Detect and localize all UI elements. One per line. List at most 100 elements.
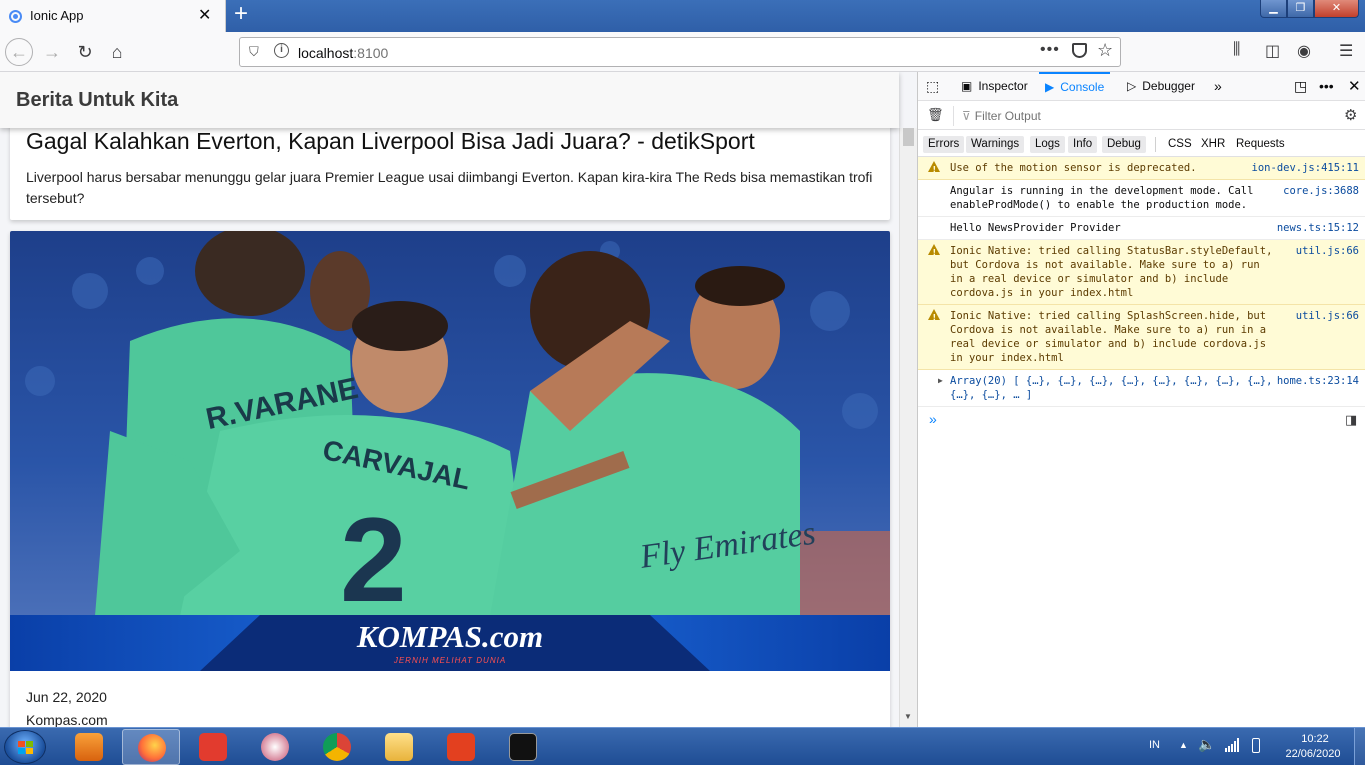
- office-icon: [447, 733, 475, 761]
- warning-icon: [928, 161, 940, 177]
- news-date: Jun 22, 2020: [26, 689, 107, 705]
- tab-console[interactable]: ▶ Console: [1039, 72, 1111, 101]
- sidebar-icon[interactable]: ◫: [1265, 41, 1280, 61]
- account-icon[interactable]: ◉: [1297, 41, 1311, 61]
- scrollbar-thumb[interactable]: [903, 128, 914, 146]
- filter-icon: ⊽: [962, 109, 971, 123]
- console-message: Angular is running in the development mo…: [918, 180, 1365, 217]
- filter-requests[interactable]: Requests: [1231, 136, 1290, 153]
- expand-triangle-icon[interactable]: ▶: [938, 374, 943, 388]
- news-card[interactable]: Gagal Kalahkan Everton, Kapan Liverpool …: [10, 112, 890, 220]
- console-message-array[interactable]: ▶ Array(20) [ {…}, {…}, {…}, {…}, {…}, {…: [918, 370, 1365, 407]
- filter-logs[interactable]: Logs: [1030, 136, 1065, 153]
- filter-errors[interactable]: Errors: [923, 136, 965, 153]
- multiline-editor-icon[interactable]: ◨: [1345, 412, 1357, 428]
- tab-debugger[interactable]: ▷ Debugger: [1127, 72, 1195, 101]
- kompas-tagline: JERNIH MELIHAT DUNIA: [393, 656, 506, 665]
- back-button[interactable]: ←: [5, 38, 33, 66]
- taskbar-cmd[interactable]: [494, 729, 552, 765]
- language-indicator[interactable]: IN: [1149, 739, 1160, 751]
- console-message: Ionic Native: tried calling SplashScreen…: [918, 305, 1365, 370]
- devtools-panel: ⬚ ▣ Inspector ▶ Console ▷ Debugger » ◳ ••• …: [917, 72, 1365, 727]
- network-signal-icon[interactable]: [1224, 738, 1240, 752]
- url-text[interactable]: localhost:8100: [298, 45, 388, 61]
- browser-tab-strip: Ionic App ✕ + ▁ ❐ ✕: [0, 0, 1365, 32]
- taskbar-explorer[interactable]: [370, 729, 428, 765]
- filter-xhr[interactable]: XHR: [1196, 136, 1230, 153]
- reload-button[interactable]: ↻: [71, 38, 99, 66]
- tab-inspector[interactable]: ▣ Inspector: [961, 72, 1028, 101]
- ionic-favicon-icon: [9, 10, 22, 23]
- firefox-icon: [138, 734, 166, 762]
- pocket-icon[interactable]: [1072, 43, 1087, 58]
- snipping-tool-icon: [261, 733, 289, 761]
- window-minimize-button[interactable]: ▁: [1260, 0, 1287, 18]
- home-button[interactable]: ⌂: [103, 38, 131, 66]
- news-card[interactable]: R.VARANE CARVAJAL 2 Fly Emirates KOMPAS.…: [10, 231, 890, 727]
- windows-taskbar: IN ▲ 🔈 10:22 22/06/2020: [0, 727, 1365, 765]
- show-desktop-button[interactable]: [1354, 728, 1365, 765]
- menu-icon[interactable]: ☰: [1339, 41, 1353, 61]
- clock-time[interactable]: 10:22: [1290, 733, 1340, 745]
- tracking-shield-icon[interactable]: ⛉: [249, 44, 259, 60]
- message-source-link[interactable]: home.ts:23:14: [1277, 374, 1359, 388]
- clock-date[interactable]: 22/06/2020: [1280, 748, 1346, 760]
- taskbar-app-snipping[interactable]: [246, 729, 304, 765]
- library-icon[interactable]: ⫼: [1233, 41, 1240, 59]
- taskbar-app-office[interactable]: [432, 729, 490, 765]
- more-tabs-icon[interactable]: »: [1214, 72, 1222, 101]
- forward-button[interactable]: →: [38, 38, 66, 66]
- tab-close-icon[interactable]: ✕: [198, 5, 211, 25]
- message-source-link[interactable]: news.ts:15:12: [1277, 221, 1359, 235]
- bookmark-star-icon[interactable]: ☆: [1097, 40, 1113, 61]
- start-button[interactable]: [4, 730, 46, 764]
- devtools-menu-icon[interactable]: •••: [1319, 72, 1334, 101]
- console-input[interactable]: » ◨: [918, 407, 1365, 433]
- dock-side-icon[interactable]: ◳: [1294, 72, 1307, 101]
- filter-css[interactable]: CSS: [1163, 136, 1197, 153]
- web-page: Berita Untuk Kita Gagal Kalahkan Everton…: [0, 72, 917, 727]
- browser-tab[interactable]: Ionic App ✕: [0, 0, 226, 32]
- filter-output-input[interactable]: ⊽ Filter Output: [953, 106, 1323, 126]
- window-restore-button[interactable]: ❐: [1287, 0, 1314, 18]
- message-source-link[interactable]: util.js:66: [1296, 309, 1359, 323]
- devtools-close-icon[interactable]: ✕: [1348, 72, 1361, 101]
- page-scrollbar[interactable]: ▼: [899, 128, 917, 727]
- page-actions-icon[interactable]: •••: [1040, 41, 1060, 59]
- battery-icon[interactable]: [1252, 738, 1260, 753]
- scroll-down-icon[interactable]: ▼: [904, 712, 912, 721]
- jersey-number: 2: [340, 493, 407, 627]
- url-bar[interactable]: ⛉ i localhost:8100 ••• ☆: [239, 37, 1121, 67]
- window-close-button[interactable]: ✕: [1314, 0, 1359, 18]
- filter-separator: [1155, 137, 1156, 152]
- media-player-icon: [75, 733, 103, 761]
- warning-icon: [928, 309, 940, 325]
- news-image[interactable]: R.VARANE CARVAJAL 2 Fly Emirates KOMPAS.…: [10, 231, 890, 671]
- message-source-link[interactable]: util.js:66: [1296, 244, 1359, 258]
- news-description: Liverpool harus bersabar menunggu gelar …: [26, 169, 873, 206]
- command-prompt-icon: [509, 733, 537, 761]
- news-source: Kompas.com: [26, 712, 108, 727]
- console-settings-icon[interactable]: ⚙: [1344, 106, 1357, 124]
- filter-warnings[interactable]: Warnings: [966, 136, 1025, 153]
- taskbar-media-player[interactable]: [60, 729, 118, 765]
- console-message: Hello NewsProvider Provider news.ts:15:1…: [918, 217, 1365, 240]
- taskbar-chrome[interactable]: [308, 729, 366, 765]
- chrome-icon: [323, 733, 351, 761]
- new-tab-button[interactable]: +: [230, 1, 252, 27]
- taskbar-firefox[interactable]: [122, 729, 180, 765]
- volume-icon[interactable]: 🔈: [1198, 736, 1215, 753]
- news-title[interactable]: Gagal Kalahkan Everton, Kapan Liverpool …: [26, 128, 755, 155]
- log-level-filters: Errors Warnings Logs Info Debug CSS XHR …: [918, 130, 1365, 157]
- clear-console-icon[interactable]: 🗑: [927, 107, 944, 123]
- photo-app-icon: [199, 733, 227, 761]
- element-picker-icon[interactable]: ⬚: [926, 72, 939, 101]
- taskbar-app-red[interactable]: [184, 729, 242, 765]
- app-header: Berita Untuk Kita: [0, 72, 899, 128]
- message-source-link[interactable]: core.js:3688: [1283, 184, 1359, 198]
- site-info-icon[interactable]: i: [274, 43, 289, 58]
- filter-debug[interactable]: Debug: [1102, 136, 1146, 153]
- message-source-link[interactable]: ion-dev.js:415:11: [1252, 161, 1359, 175]
- show-hidden-icons[interactable]: ▲: [1179, 740, 1188, 750]
- filter-info[interactable]: Info: [1068, 136, 1098, 153]
